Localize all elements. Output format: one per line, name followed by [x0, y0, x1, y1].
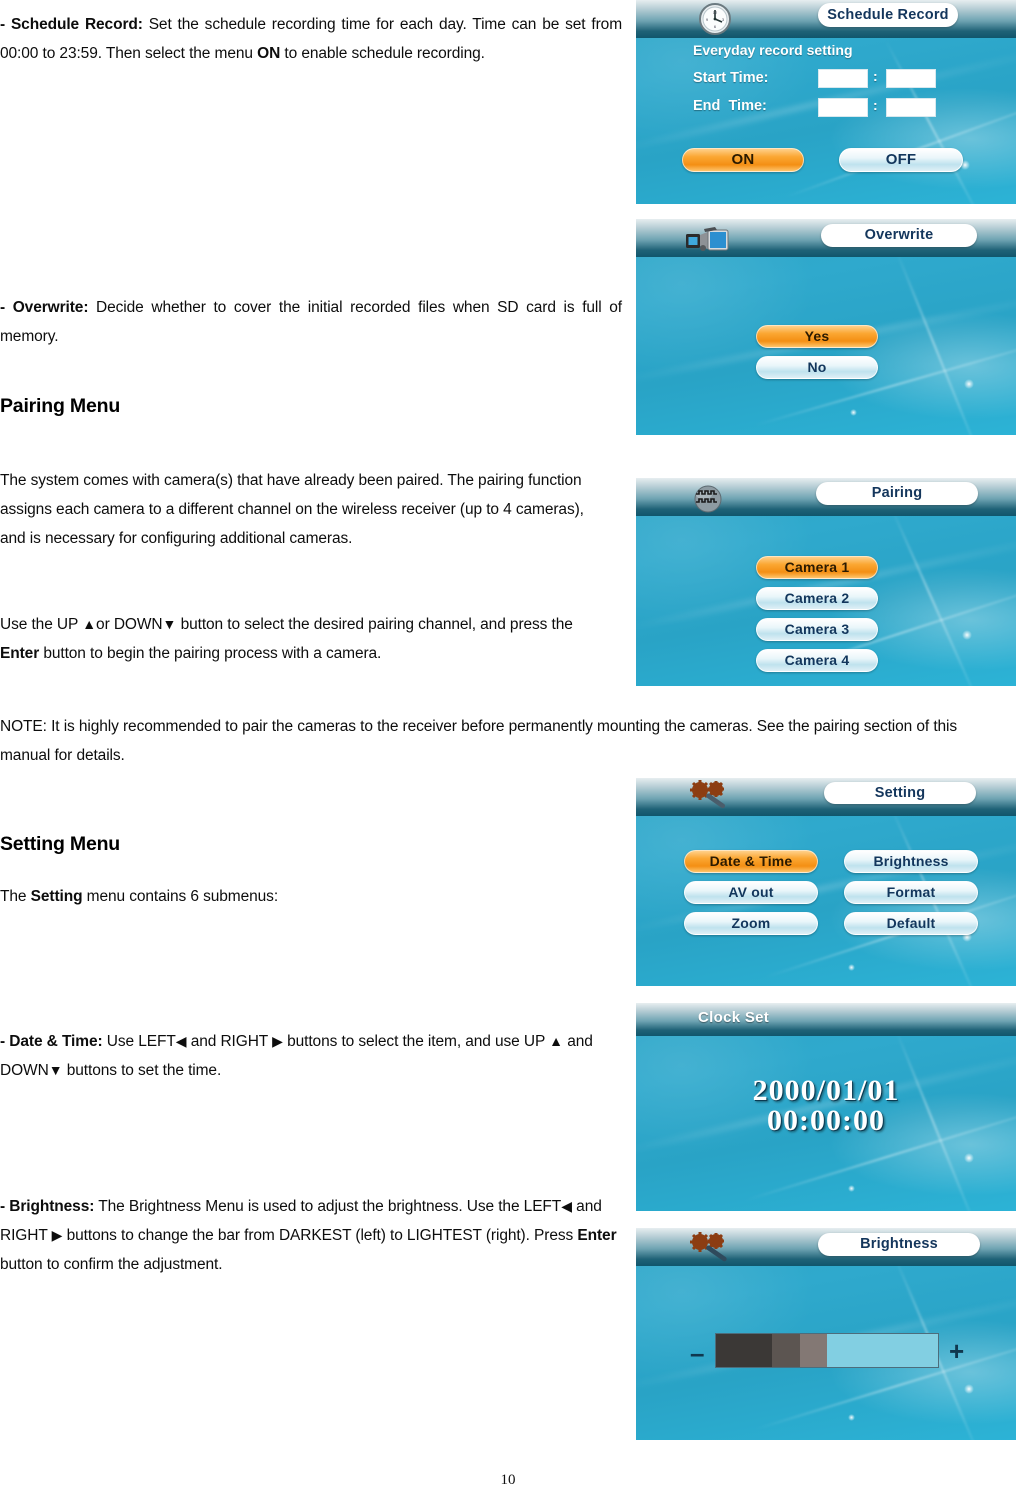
gears-wrench-icon	[686, 1232, 746, 1264]
start-time-separator: :	[873, 68, 878, 84]
date-time-c: buttons to select the item, and use UP	[282, 1033, 550, 1050]
pairing-p2-a: Use the UP	[0, 616, 83, 633]
osd-panel-pairing: Pairing Camera 1 Camera 2 Camera 3 Camer…	[636, 478, 1016, 686]
right-arrow-icon: ▶	[272, 1033, 283, 1049]
osd-panel-setting: Setting Date & Time Brightness AV out Fo…	[636, 778, 1016, 986]
paragraph-note: NOTE: It is highly recommended to pair t…	[0, 718, 958, 764]
brightness-slider[interactable]	[715, 1333, 939, 1368]
start-time-minute-field[interactable]	[886, 69, 936, 88]
setting-format-button[interactable]: Format	[844, 881, 978, 904]
osd-panel-clock-set: Clock Set 2000/01/01 00:00:00	[636, 1003, 1016, 1211]
brightness-segment-3	[800, 1334, 827, 1367]
schedule-record-lead: - Schedule Record:	[0, 16, 143, 33]
paragraph-setting: The Setting menu contains 6 submenus:	[0, 882, 600, 911]
overwrite-no-button[interactable]: No	[756, 356, 878, 379]
brightness-plus-sign[interactable]: +	[949, 1338, 964, 1364]
end-time-label: End Time:	[693, 98, 767, 114]
osd-panel-brightness: Brightness – +	[636, 1228, 1016, 1440]
setting-zoom-button[interactable]: Zoom	[684, 912, 818, 935]
start-time-label: Start Time:	[693, 70, 769, 86]
paragraph-brightness: - Brightness: The Brightness Menu is use…	[0, 1192, 622, 1279]
left-arrow-icon: ◀	[561, 1198, 572, 1214]
heading-pairing-menu: Pairing Menu	[0, 395, 121, 417]
setting-p-a: The	[0, 888, 31, 905]
setting-date-time-button[interactable]: Date & Time	[684, 850, 818, 873]
setting-bold: Setting	[30, 888, 83, 905]
pairing-p2-b: or DOWN	[96, 616, 163, 633]
end-time-hour-field[interactable]	[818, 98, 868, 117]
pairing-camera-2-button[interactable]: Camera 2	[756, 587, 878, 610]
setting-p-b: menu contains 6 submenus:	[82, 888, 279, 905]
brightness-c: buttons to change the bar from DARKEST (…	[62, 1227, 578, 1244]
overwrite-lead: - Overwrite:	[0, 299, 89, 316]
date-time-lead: - Date & Time:	[0, 1033, 103, 1050]
date-time-b: and RIGHT	[186, 1033, 273, 1050]
brightness-enter-bold: Enter	[577, 1227, 617, 1244]
brightness-segment-2	[771, 1334, 801, 1367]
end-time-separator: :	[873, 97, 878, 113]
panel-title-schedule-record: Schedule Record	[818, 3, 958, 27]
pairing-enter-bold: Enter	[0, 645, 40, 662]
schedule-record-on-bold: ON	[257, 45, 281, 62]
down-arrow-icon: ▼	[48, 1062, 63, 1078]
osd-panel-schedule-record: 12 3 6 9 Schedule Record Everyday record…	[636, 0, 1016, 204]
osd-panel-overwrite: Overwrite Yes No	[636, 219, 1016, 435]
setting-av-out-button[interactable]: AV out	[684, 881, 818, 904]
brightness-d: button to confirm the adjustment.	[0, 1256, 223, 1273]
panel-title-overwrite: Overwrite	[821, 224, 977, 247]
paragraph-date-time: - Date & Time: Use LEFT◀ and RIGHT ▶ but…	[0, 1027, 622, 1085]
clock-icon: 12 3 6 9	[697, 1, 733, 37]
pairing-p2-d: button to begin the pairing process with…	[39, 645, 382, 662]
paragraph-overwrite: - Overwrite: Decide whether to cover the…	[0, 293, 622, 351]
paragraph-pairing-1: The system comes with camera(s) that hav…	[0, 472, 584, 547]
schedule-off-button[interactable]: OFF	[839, 148, 963, 172]
panel-title-clock-set: Clock Set	[698, 1009, 770, 1026]
panel-title-setting: Setting	[824, 782, 976, 804]
pairing-p2-c: button to select the desired pairing cha…	[176, 616, 573, 633]
start-time-hour-field[interactable]	[818, 69, 868, 88]
pairing-camera-3-button[interactable]: Camera 3	[756, 618, 878, 641]
up-arrow-icon: ▲	[82, 616, 97, 632]
brightness-segment-1	[716, 1334, 772, 1367]
setting-default-button[interactable]: Default	[844, 912, 978, 935]
down-arrow-icon: ▼	[162, 616, 177, 632]
brightness-minus-sign[interactable]: –	[690, 1340, 704, 1366]
svg-text:12: 12	[713, 10, 718, 15]
overwrite-yes-button[interactable]: Yes	[756, 325, 878, 348]
end-time-minute-field[interactable]	[886, 98, 936, 117]
heading-setting-menu: Setting Menu	[0, 833, 121, 855]
overwrite-text: Decide whether to cover the initial reco…	[0, 299, 622, 345]
date-time-a: Use LEFT	[102, 1033, 176, 1050]
clock-time-value: 00:00:00	[767, 1104, 885, 1137]
panel-title-pairing: Pairing	[816, 482, 978, 505]
up-arrow-icon: ▲	[549, 1033, 564, 1049]
brightness-a: The Brightness Menu is used to adjust th…	[94, 1198, 562, 1215]
schedule-record-tail: to enable schedule recording.	[280, 45, 485, 62]
setting-brightness-button[interactable]: Brightness	[844, 850, 978, 873]
wireless-globe-icon	[689, 482, 727, 514]
page-number: 10	[500, 1472, 516, 1488]
gears-wrench-icon	[686, 780, 746, 812]
panel-header	[636, 1003, 1016, 1036]
paragraph-pairing-2: Use the UP ▲or DOWN▼ button to select th…	[0, 610, 608, 668]
left-arrow-icon: ◀	[175, 1033, 187, 1049]
pairing-camera-1-button[interactable]: Camera 1	[756, 556, 878, 579]
pairing-camera-4-button[interactable]: Camera 4	[756, 649, 878, 672]
everyday-record-setting-label: Everyday record setting	[693, 42, 853, 58]
camcorder-icon	[684, 226, 746, 254]
panel-title-brightness: Brightness	[818, 1233, 980, 1256]
brightness-segment-4	[826, 1334, 938, 1367]
date-time-e: buttons to set the time.	[62, 1062, 222, 1079]
brightness-lead: - Brightness:	[0, 1198, 95, 1215]
paragraph-schedule-record: - Schedule Record: Set the schedule reco…	[0, 10, 622, 68]
right-arrow-icon: ▶	[51, 1227, 63, 1243]
schedule-on-button[interactable]: ON	[682, 148, 804, 172]
clock-date-value: 2000/01/01	[752, 1074, 900, 1107]
